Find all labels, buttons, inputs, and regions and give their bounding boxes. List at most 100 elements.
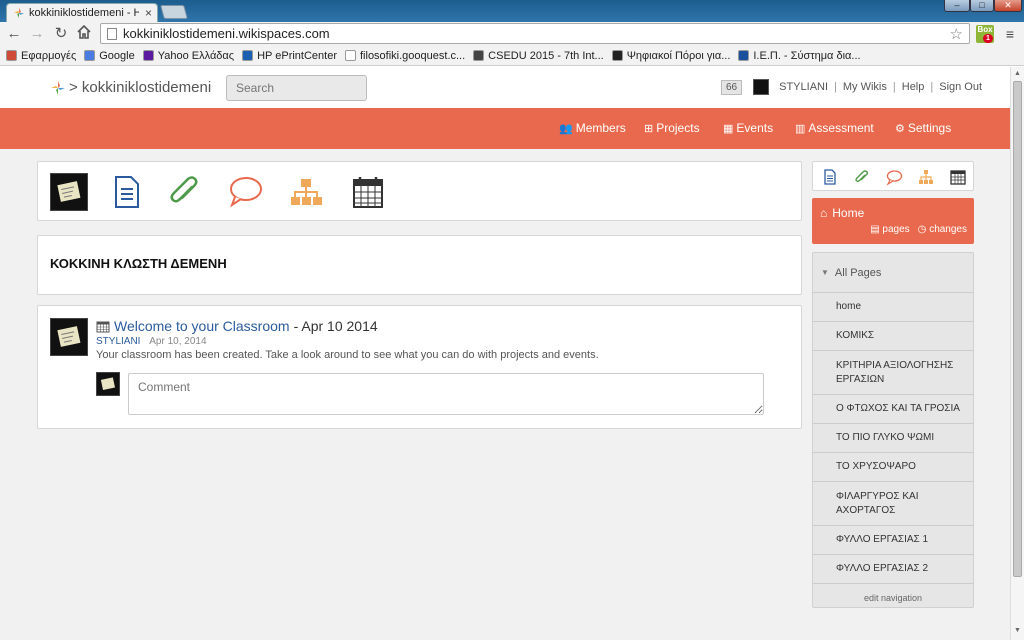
scroll-down-icon[interactable]: ▼ — [1014, 627, 1021, 634]
bookmark-label: CSEDU 2015 - 7th Int... — [488, 49, 604, 62]
nav-settings[interactable]: ⚙ Settings — [895, 121, 951, 135]
bookmark-item[interactable]: Ι.Ε.Π. - Σύστημα δια... — [738, 49, 861, 62]
feed-entry-body: Your classroom has been created. Take a … — [96, 349, 599, 361]
new-tab-button[interactable] — [160, 5, 188, 19]
page-icon[interactable] — [821, 168, 839, 186]
author-link[interactable]: STYLIANI — [96, 336, 140, 347]
back-icon[interactable]: ← — [5, 25, 23, 43]
comment-input[interactable] — [128, 373, 764, 415]
browser-menu-icon[interactable]: ≡ — [1003, 26, 1017, 42]
calendar-icon[interactable] — [349, 173, 387, 211]
wikispaces-favicon-icon — [14, 8, 24, 18]
forward-icon[interactable]: → — [28, 25, 46, 43]
home-icon[interactable] — [75, 24, 93, 43]
gear-icon: ⚙ — [895, 122, 905, 135]
nav-page-link[interactable]: ΚΡΙΤΗΡΙΑ ΑΞΙΟΛΟΓΗΣΗΣ ΕΡΓΑΣΙΩΝ — [813, 351, 973, 395]
reload-icon[interactable]: ↻ — [52, 25, 70, 43]
nav-page-link[interactable]: ΚΟΜΙΚΣ — [813, 322, 973, 351]
page-scrollbar[interactable]: ▲ ▼ — [1010, 67, 1024, 640]
all-pages-label: All Pages — [834, 266, 882, 279]
user-avatar[interactable] — [753, 79, 770, 95]
nav-assessment[interactable]: ▥ Assessment — [795, 121, 874, 135]
separator: | — [834, 81, 837, 93]
nav-page-link[interactable]: ΤΟ ΠΙΟ ΓΛΥΚΟ ΨΩΜΙ — [813, 424, 973, 453]
bookmark-item[interactable]: Yahoo Ελλάδας — [142, 49, 235, 62]
nav-page-link[interactable]: ΦΥΛΛΟ ΕΡΓΑΣΙΑΣ 2 — [813, 555, 973, 584]
help-link[interactable]: Help — [902, 81, 925, 93]
paperclip-icon[interactable] — [853, 168, 871, 186]
sitemap-icon[interactable] — [287, 173, 325, 211]
comment-icon[interactable] — [226, 173, 264, 211]
site-header: > kokkiniklostidemeni 66 STYLIANI | My W… — [0, 67, 1010, 108]
paperclip-icon[interactable] — [166, 173, 204, 211]
home-nav-box[interactable]: ⌂ Home ▤ pages ◷ changes — [812, 198, 974, 244]
home-link[interactable]: ⌂ Home — [820, 206, 864, 220]
nav-members[interactable]: 👥 Members — [559, 121, 626, 135]
all-pages-toggle[interactable]: ▼ All Pages — [813, 253, 973, 293]
bookmark-item[interactable]: CSEDU 2015 - 7th Int... — [473, 50, 604, 62]
page-icon[interactable] — [108, 173, 146, 211]
url-text: kokkiniklostidemeni.wikispaces.com — [123, 26, 330, 41]
home-links: ▤ pages ◷ changes — [870, 224, 967, 235]
scroll-avatar-icon — [57, 326, 81, 347]
nav-page-link[interactable]: ΦΥΛΛΟ ΕΡΓΑΣΙΑΣ 1 — [813, 526, 973, 555]
window-minimize-button[interactable]: – — [944, 0, 970, 12]
bookmark-item[interactable]: Ψηφιακοί Πόροι για... — [611, 50, 730, 62]
nav-page-link[interactable]: home — [813, 293, 973, 322]
calendar-icon — [96, 321, 110, 332]
site-logo[interactable]: > kokkiniklostidemeni — [50, 79, 211, 96]
extension-label: Box — [977, 25, 993, 34]
address-bar[interactable]: kokkiniklostidemeni.wikispaces.com ☆ — [100, 23, 970, 44]
feed-entry-link[interactable]: Welcome to your Classroom — [114, 318, 290, 334]
bookmark-label: filosofiki.gooquest.c... — [360, 49, 466, 62]
home-label: Home — [832, 206, 865, 220]
nav-page-link[interactable]: ΦΙΛΑΡΓΥΡΟΣ ΚΑΙ ΑΧΟΡΤΑΓΟΣ — [813, 482, 973, 526]
bookmark-favicon-icon — [611, 50, 623, 61]
nav-label: Assessment — [808, 121, 874, 135]
nav-events[interactable]: ▦ Events — [723, 121, 773, 135]
notification-count-badge[interactable]: 66 — [721, 79, 743, 95]
scroll-up-icon[interactable]: ▲ — [1014, 70, 1021, 77]
nav-label: Settings — [907, 121, 952, 135]
nav-page-link[interactable]: Ο ΦΤΩΧΟΣ ΚΑΙ ΤΑ ΓΡΟΣΙΑ — [813, 395, 973, 424]
post-date: Apr 10, 2014 — [149, 336, 207, 347]
bookmark-favicon-icon — [142, 50, 154, 61]
changes-link[interactable]: ◷ changes — [918, 224, 967, 235]
username-link[interactable]: STYLIANI — [779, 81, 828, 93]
sitemap-icon[interactable] — [917, 168, 935, 186]
nav-projects[interactable]: ⊞ Projects — [644, 121, 700, 135]
tab-close-icon[interactable]: × — [145, 6, 152, 20]
sign-out-link[interactable]: Sign Out — [939, 81, 982, 93]
author-avatar[interactable] — [50, 318, 88, 356]
browser-tab[interactable]: kokkiniklostidemeni - Hor × — [6, 3, 158, 22]
bookmark-star-icon[interactable]: ☆ — [950, 25, 963, 43]
box-extension-icon[interactable]: Box 1 — [976, 25, 994, 43]
bookmark-label: Yahoo Ελλάδας — [157, 49, 235, 62]
scroll-avatar-icon — [100, 377, 115, 391]
window-close-button[interactable]: ✕ — [994, 0, 1022, 12]
scrollbar-thumb[interactable] — [1013, 81, 1022, 577]
pages-link[interactable]: ▤ pages — [870, 224, 909, 235]
feed-entry-meta: STYLIANI Apr 10, 2014 — [96, 336, 207, 347]
bookmark-item[interactable]: Google — [84, 50, 135, 62]
avatar-icon[interactable] — [50, 173, 88, 211]
home-glyph-icon — [77, 24, 91, 39]
window-maximize-button[interactable]: □ — [970, 0, 994, 12]
feed-entry-date: - Apr 10 2014 — [293, 318, 378, 334]
bookmark-item[interactable]: filosofiki.gooquest.c... — [345, 50, 465, 62]
bookmark-item[interactable]: HP ePrintCenter — [242, 50, 337, 62]
scroll-avatar-icon — [57, 181, 81, 202]
calendar-icon[interactable] — [949, 168, 967, 186]
search-input[interactable] — [226, 75, 367, 101]
calendar-icon: ▦ — [723, 122, 734, 135]
nav-item-list: home ΚΟΜΙΚΣ ΚΡΙΤΗΡΙΑ ΑΞΙΟΛΟΓΗΣΗΣ ΕΡΓΑΣΙΩΝ Ο… — [813, 293, 973, 584]
comment-icon[interactable] — [885, 168, 903, 186]
nav-page-link[interactable]: ΤΟ ΧΡΥΣΟΨΑΡΟ — [813, 453, 973, 482]
bookmark-item[interactable]: Εφαρμογές — [6, 50, 76, 62]
bookmark-label: Ι.Ε.Π. - Σύστημα δια... — [753, 49, 861, 62]
bookmark-favicon-icon — [473, 50, 485, 61]
my-wikis-link[interactable]: My Wikis — [843, 81, 887, 93]
bookmarks-bar: Εφαρμογές Google Yahoo Ελλάδας HP ePrintCen… — [0, 46, 1024, 66]
edit-navigation-link[interactable]: edit navigation — [813, 584, 973, 603]
bookmark-favicon-icon — [242, 50, 254, 61]
